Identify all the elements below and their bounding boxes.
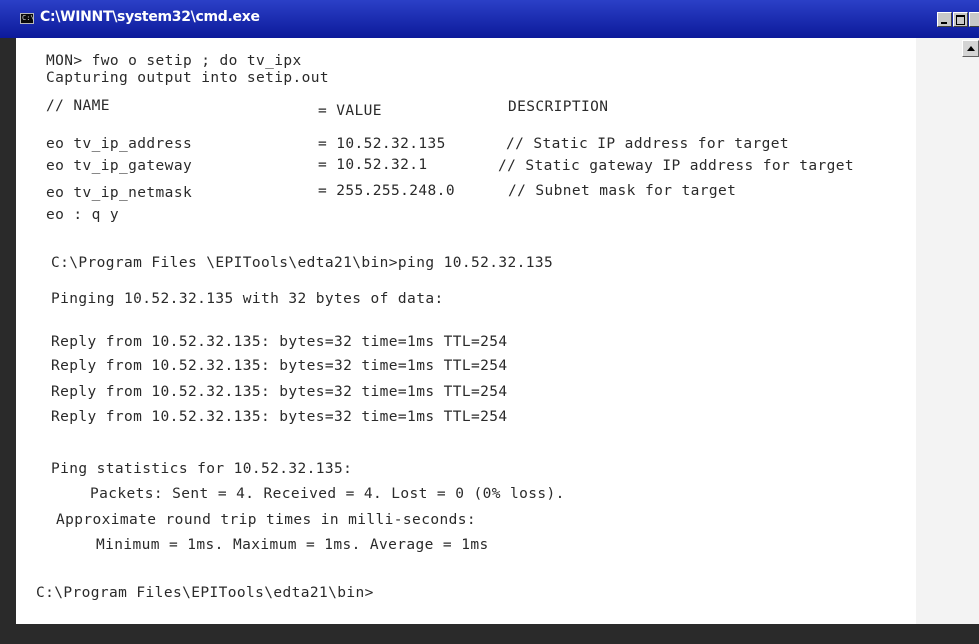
table-header-description: DESCRIPTION — [508, 99, 609, 115]
console-line: Packets: Sent = 4. Received = 4. Lost = … — [90, 486, 565, 502]
reply-line: Reply from 10.52.32.135: bytes=32 time=1… — [51, 409, 508, 425]
setting-name: eo tv_ip_netmask — [46, 185, 193, 201]
reply-line: Reply from 10.52.32.135: bytes=32 time=1… — [51, 334, 508, 350]
console-line: Pinging 10.52.32.135 with 32 bytes of da… — [51, 291, 444, 307]
console-line: eo : q y — [46, 207, 120, 223]
console-line: Capturing output into setip.out — [46, 70, 330, 86]
vertical-scrollbar[interactable] — [916, 38, 979, 624]
console-icon[interactable]: C:\ — [20, 13, 35, 24]
maximize-button[interactable] — [953, 12, 968, 27]
arrow-up-icon — [967, 46, 975, 51]
window-bottom-border — [0, 624, 979, 644]
setting-description: // Static IP address for target — [506, 136, 790, 152]
console-prompt[interactable]: C:\Program Files\EPITools\edta21\bin> — [36, 584, 374, 602]
setting-name: eo tv_ip_gateway — [46, 158, 193, 174]
command-prompt-window: C:\ C:\WINNT\system32\cmd.exe MON> fwo o… — [0, 0, 979, 644]
close-button[interactable] — [969, 12, 979, 27]
table-header-name: // NAME — [46, 98, 110, 114]
table-header-value: = VALUE — [318, 103, 382, 119]
console-line: Minimum = 1ms. Maximum = 1ms. Average = … — [96, 537, 489, 553]
console-line: Ping statistics for 10.52.32.135: — [51, 461, 353, 477]
setting-description: // Static gateway IP address for target — [498, 158, 855, 174]
window-title: C:\WINNT\system32\cmd.exe — [40, 9, 260, 25]
setting-value: = 10.52.32.1 — [318, 157, 428, 173]
setting-name: eo tv_ip_address — [46, 136, 193, 152]
setting-description: // Subnet mask for target — [508, 183, 737, 199]
title-bar[interactable]: C:\ C:\WINNT\system32\cmd.exe — [0, 0, 979, 38]
console-output[interactable]: MON> fwo o setip ; do tv_ipx Capturing o… — [16, 38, 916, 624]
setting-value: = 10.52.32.135 — [318, 136, 446, 152]
scroll-up-button[interactable] — [962, 40, 979, 57]
console-line: MON> fwo o setip ; do tv_ipx — [46, 53, 302, 69]
console-line: Approximate round trip times in milli-se… — [56, 512, 476, 528]
minimize-button[interactable] — [937, 12, 952, 27]
setting-value: = 255.255.248.0 — [318, 183, 455, 199]
reply-line: Reply from 10.52.32.135: bytes=32 time=1… — [51, 358, 508, 374]
console-line: C:\Program Files \EPITools\edta21\bin>pi… — [51, 255, 554, 271]
reply-line: Reply from 10.52.32.135: bytes=32 time=1… — [51, 384, 508, 400]
